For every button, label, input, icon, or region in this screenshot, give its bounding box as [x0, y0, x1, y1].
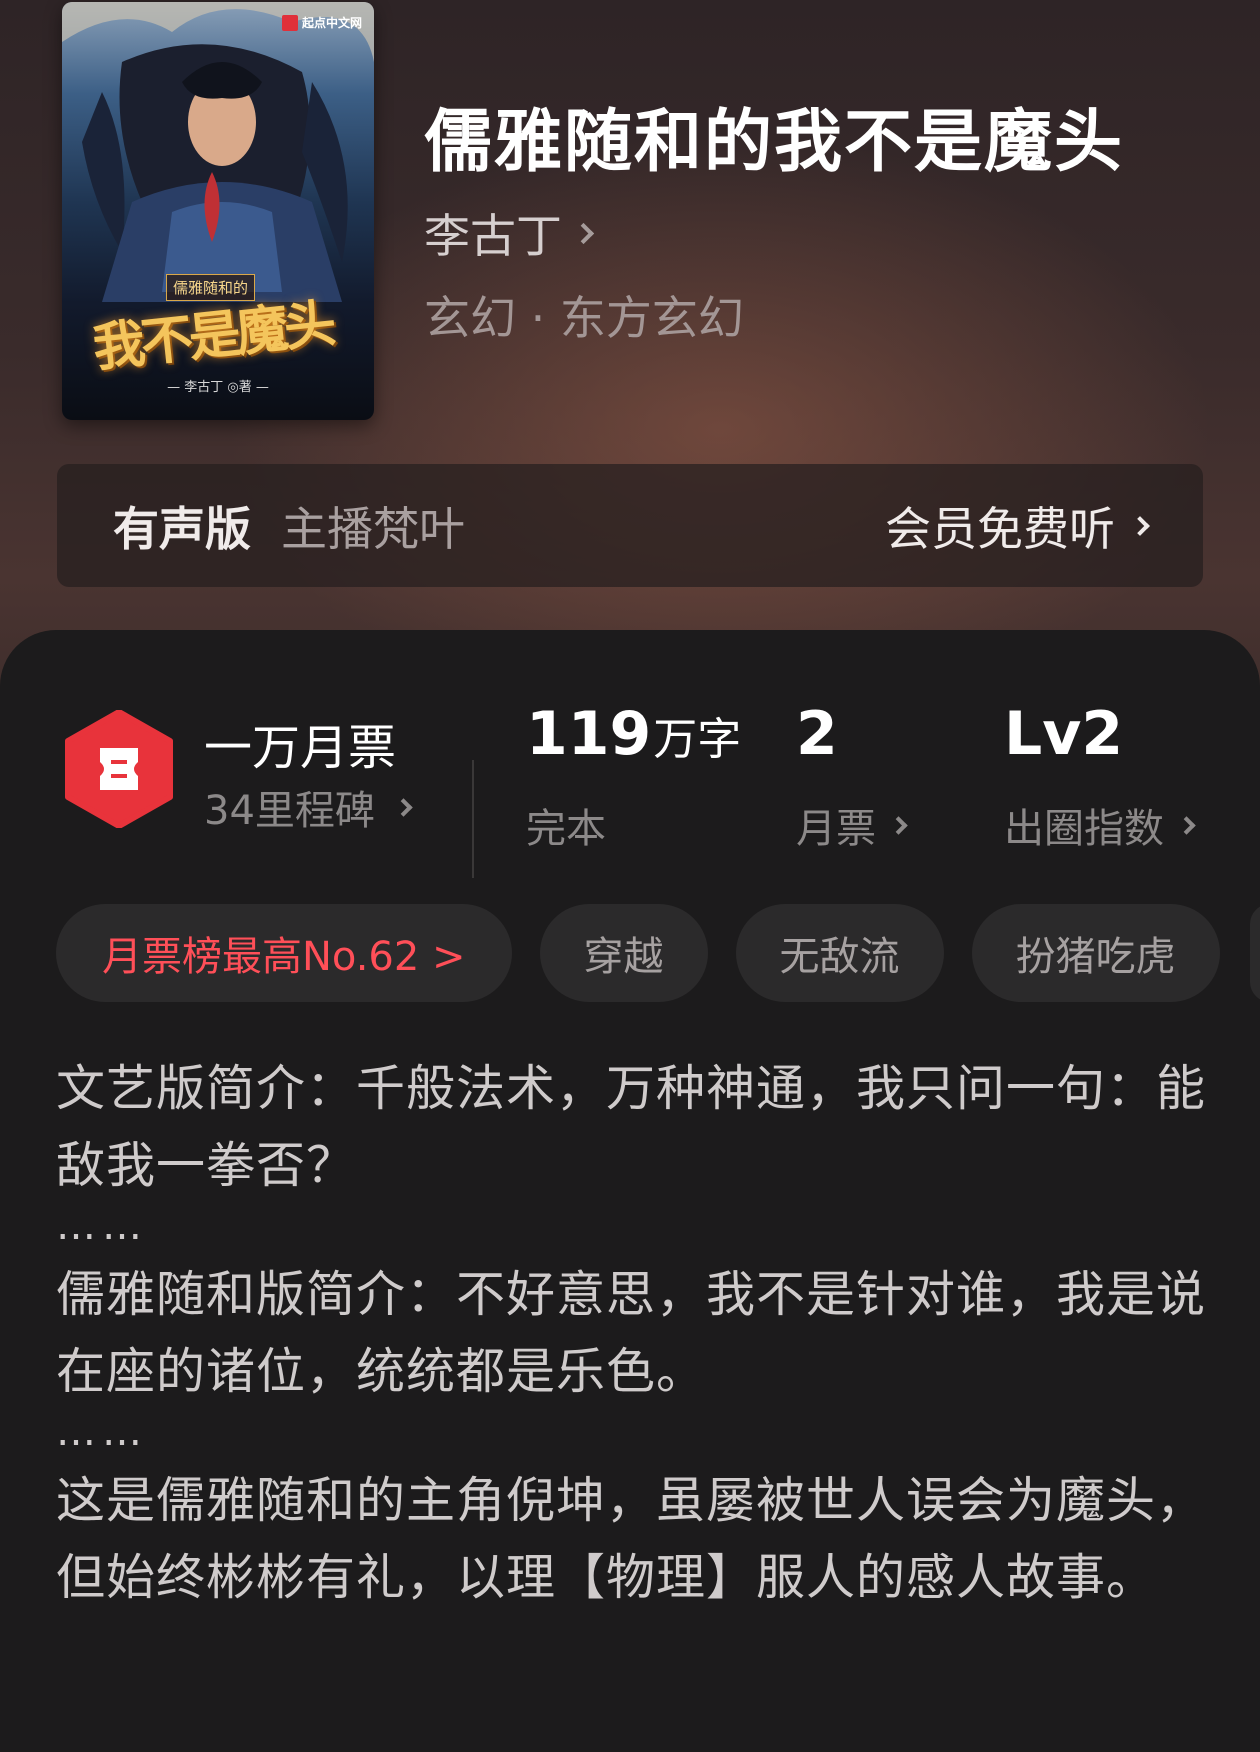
- member-free-listen-label: 会员免费听: [885, 501, 1115, 556]
- synopsis-paragraph-3: 这是儒雅随和的主角倪坤，虽屡被世人误会为魔头，但始终彬彬有礼，以理【物理】服人的…: [56, 1472, 1207, 1606]
- word-count-value: 119: [526, 699, 652, 769]
- milestone-title: 一万月票: [204, 720, 397, 776]
- monthly-votes-label: 月票: [796, 806, 876, 852]
- chevron-right-icon: [394, 797, 413, 817]
- chevron-right-icon: [889, 815, 908, 835]
- author-name: 李古丁: [424, 209, 562, 263]
- popularity-index-label: 出圈指数: [1004, 806, 1164, 852]
- completion-status: 完本: [526, 806, 606, 852]
- book-cover-image[interactable]: 起点中文网 儒雅随和的 我不是魔头 — 李古丁 ◎著 —: [62, 2, 374, 420]
- chevron-right-icon: [1130, 515, 1150, 536]
- milestone-label: 34里程碑: [204, 788, 375, 834]
- cover-publisher-name: 起点中文网: [301, 16, 362, 30]
- ranking-tag[interactable]: 月票榜最高No.62 >: [56, 904, 512, 1002]
- publisher-logo-icon: [281, 14, 298, 31]
- chevron-right-icon: [572, 222, 595, 244]
- book-info-card: 一万月票 34里程碑 119 万字 完本 2 月票 Lv2 出圈指数 月票榜最高…: [0, 630, 1260, 1752]
- word-count-stat: 119 万字 完本: [526, 704, 741, 854]
- audiobook-label: 有声版: [113, 501, 251, 556]
- audiobook-host: 主播梵叶: [281, 501, 465, 556]
- author-link[interactable]: 李古丁: [424, 200, 595, 266]
- monthly-ticket-icon: [65, 710, 173, 828]
- book-detail-page: 起点中文网 儒雅随和的 我不是魔头 — 李古丁 ◎著 — 儒雅随和的我不是魔头 …: [0, 0, 1260, 1752]
- tag-underdog[interactable]: 扮猪吃虎: [971, 904, 1220, 1002]
- tag-overflow-edge[interactable]: [1250, 904, 1260, 1002]
- cover-author-credit: — 李古丁 ◎著 —: [167, 380, 269, 395]
- monthly-votes-value: 2: [796, 699, 838, 769]
- member-free-listen-button[interactable]: 会员免费听: [885, 493, 1150, 559]
- milestone-link[interactable]: 34里程碑: [204, 778, 413, 836]
- popularity-index-value: Lv2: [1004, 699, 1124, 769]
- tag-time-travel[interactable]: 穿越: [539, 904, 708, 1002]
- chevron-right-icon: [1177, 815, 1196, 835]
- popularity-index-stat[interactable]: Lv2 出圈指数: [1004, 699, 1196, 854]
- cover-publisher: 起点中文网: [281, 14, 362, 31]
- stats-divider: [472, 760, 474, 878]
- synopsis[interactable]: 文艺版简介：千般法术，万种神通，我只问一句：能敌我一拳否？ …… 儒雅随和版简介…: [56, 1050, 1216, 1616]
- tag-list: 月票榜最高No.62 > 穿越 无敌流 扮猪吃虎: [56, 904, 1220, 1002]
- genre-label: 玄幻 · 东方玄幻: [424, 291, 744, 345]
- synopsis-separator-1: ……: [56, 1203, 148, 1249]
- word-count-unit: 万字: [653, 714, 742, 765]
- synopsis-paragraph-1: 文艺版简介：千般法术，万种神通，我只问一句：能敌我一拳否？: [56, 1060, 1207, 1194]
- stats-row: 一万月票 34里程碑 119 万字 完本 2 月票 Lv2 出圈指数: [0, 692, 1260, 878]
- synopsis-separator-2: ……: [56, 1409, 148, 1455]
- audiobook-banner[interactable]: 有声版 主播梵叶 会员免费听: [57, 464, 1203, 587]
- tag-invincible[interactable]: 无敌流: [735, 904, 944, 1002]
- monthly-votes-stat[interactable]: 2 月票: [796, 699, 908, 854]
- book-title: 儒雅随和的我不是魔头: [424, 102, 1125, 182]
- synopsis-paragraph-2: 儒雅随和版简介：不好意思，我不是针对谁，我是说在座的诸位，统统都是乐色。: [56, 1266, 1207, 1400]
